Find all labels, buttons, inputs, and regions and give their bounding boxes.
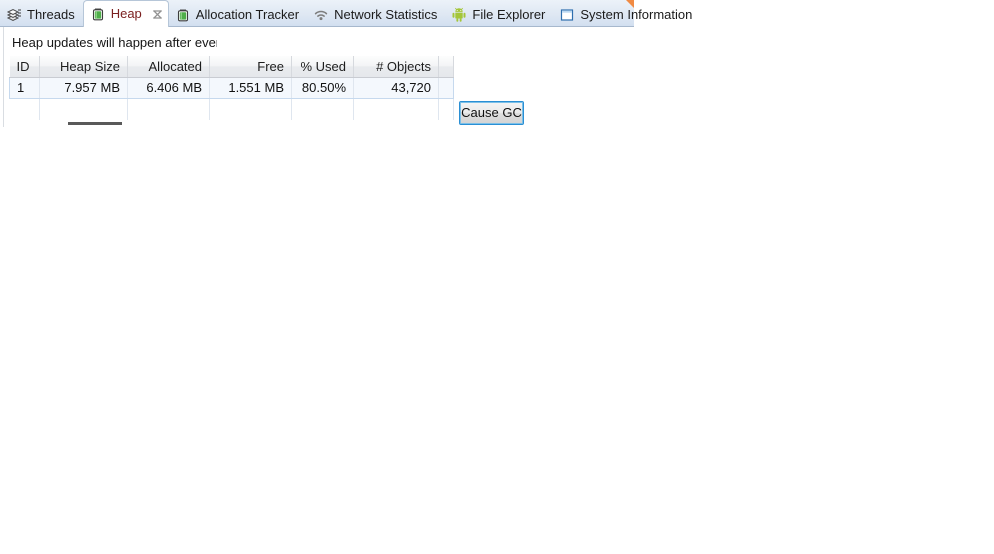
heap-table: ID Heap Size Allocated Free % Used # Obj…: [9, 56, 454, 120]
view-tab-bar: Threads Heap Allocation Tracker Network …: [0, 0, 692, 27]
heap-panel: Heap updates will happen after every GC …: [0, 27, 994, 554]
tab-system-information-label: System Information: [580, 7, 693, 22]
column-header-heap-size[interactable]: Heap Size: [39, 56, 128, 78]
table-row[interactable]: 1 7.957 MB 6.406 MB 1.551 MB 80.50% 43,7…: [9, 76, 454, 99]
tab-strip: Threads Heap Allocation Tracker Network …: [0, 0, 700, 27]
cause-gc-button[interactable]: Cause GC: [459, 101, 524, 125]
close-x-icon[interactable]: [151, 8, 164, 21]
empty-cell: [9, 98, 40, 120]
tab-network-statistics[interactable]: Network Statistics: [307, 3, 445, 27]
tab-file-explorer-label: File Explorer: [472, 7, 546, 22]
heap-update-note: Heap updates will happen after every GC …: [12, 35, 217, 50]
cell-allocated: 6.406 MB: [127, 76, 210, 99]
column-header-spacer[interactable]: [438, 56, 454, 78]
threads-icon: [6, 7, 22, 23]
cell-percent-used: 80.50%: [291, 76, 354, 99]
tab-heap[interactable]: Heap: [82, 0, 169, 27]
window-icon: [559, 7, 575, 23]
empty-cell: [291, 98, 354, 120]
column-header-percent-used[interactable]: % Used: [291, 56, 354, 78]
android-robot-icon: [451, 7, 467, 23]
table-header-row: ID Heap Size Allocated Free % Used # Obj…: [9, 56, 454, 78]
horizontal-scroll-thumb[interactable]: [68, 122, 122, 125]
empty-cell: [209, 98, 292, 120]
column-header-num-objects[interactable]: # Objects: [353, 56, 439, 78]
column-header-id[interactable]: ID: [9, 56, 40, 78]
tab-heap-label: Heap: [110, 6, 142, 21]
overflow-marker-icon[interactable]: [626, 0, 634, 8]
cell-heap-size: 7.957 MB: [39, 76, 128, 99]
tab-file-explorer[interactable]: File Explorer: [445, 3, 553, 27]
empty-cell: [39, 98, 128, 120]
tab-allocation-tracker-label: Allocation Tracker: [195, 7, 300, 22]
tab-allocation-tracker[interactable]: Allocation Tracker: [169, 3, 307, 27]
tab-network-statistics-label: Network Statistics: [334, 7, 438, 22]
tab-threads-label: Threads: [27, 7, 75, 22]
empty-cell: [353, 98, 439, 120]
empty-cell: [438, 98, 454, 120]
column-header-free[interactable]: Free: [209, 56, 292, 78]
tab-threads[interactable]: Threads: [0, 3, 83, 27]
empty-cell: [127, 98, 210, 120]
cell-num-objects: 43,720: [353, 76, 439, 99]
cell-free: 1.551 MB: [209, 76, 292, 99]
column-header-allocated[interactable]: Allocated: [127, 56, 210, 78]
heap-battery-icon: [90, 6, 106, 22]
panel-left-divider: [3, 27, 4, 127]
cell-spacer: [438, 76, 454, 99]
table-empty-row: [9, 98, 454, 120]
allocation-battery-icon: [175, 7, 191, 23]
wifi-icon: [313, 7, 329, 23]
cell-id: 1: [9, 76, 40, 99]
